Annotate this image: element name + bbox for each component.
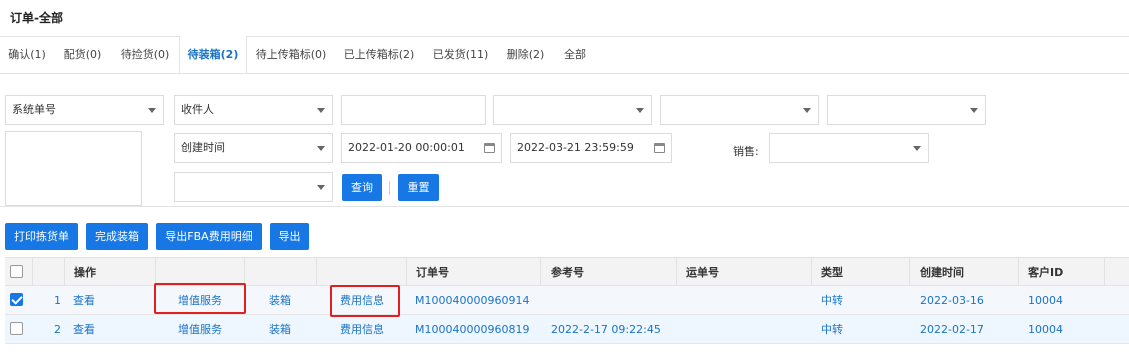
chevron-down-icon (636, 108, 644, 113)
status-tabs: 确认(1) 配货(0) 待捡货(0) 待装箱(2) 待上传箱标(0) 已上传箱标… (0, 36, 1129, 74)
recipient-select-value: 收件人 (181, 103, 214, 116)
pack-link[interactable]: 装箱 (269, 286, 291, 315)
extra-select[interactable] (174, 172, 333, 202)
sales-select[interactable] (769, 133, 929, 163)
search-field-select[interactable]: 系统单号 (5, 95, 164, 125)
highlight-box-fee-info (330, 285, 400, 317)
chevron-down-icon (317, 108, 325, 113)
recipient-input[interactable] (341, 95, 486, 125)
customer-id: 10004 (1028, 323, 1063, 336)
export-button[interactable]: 导出 (270, 223, 309, 250)
pack-link[interactable]: 装箱 (269, 315, 291, 344)
search-field-value: 系统单号 (12, 103, 56, 116)
tab-shipped[interactable]: 已发货(11) (423, 36, 498, 73)
divider (406, 258, 407, 287)
filter-select-3[interactable] (493, 95, 652, 125)
row-index: 2 (54, 323, 61, 336)
divider (540, 258, 541, 287)
divider (1104, 258, 1105, 287)
customer-id: 10004 (1028, 294, 1063, 307)
page-title: 订单-全部 (10, 11, 63, 25)
sales-label: 销售: (733, 145, 759, 158)
calendar-icon (654, 143, 665, 153)
row-checkbox[interactable] (10, 293, 23, 306)
filter-panel: 系统单号 收件人 创建时间 2022-01-20 00:00:01 2022-0… (0, 73, 1129, 207)
start-time-input[interactable]: 2022-01-20 00:00:01 (341, 133, 502, 163)
filter-select-5[interactable] (827, 95, 986, 125)
time-type-select[interactable]: 创建时间 (174, 133, 333, 163)
divider (32, 258, 33, 287)
query-button[interactable]: 查询 (342, 174, 382, 201)
table-row: 2 查看 增值服务 装箱 费用信息 M100040000960819 2022-… (5, 315, 1129, 344)
table-header: 操作 订单号 参考号 运单号 类型 创建时间 客户ID (5, 257, 1129, 287)
row-checkbox[interactable] (10, 322, 23, 335)
start-time-value: 2022-01-20 00:00:01 (348, 141, 465, 154)
chevron-down-icon (803, 108, 811, 113)
tab-to-upload-label[interactable]: 待上传箱标(0) (247, 36, 335, 73)
tab-to-pick[interactable]: 待捡货(0) (111, 36, 179, 73)
divider (909, 258, 910, 287)
view-link[interactable]: 查看 (73, 286, 95, 315)
chevron-down-icon (970, 108, 978, 113)
calendar-icon (484, 143, 495, 153)
reset-button[interactable]: 重置 (398, 174, 439, 201)
finish-pack-button[interactable]: 完成装箱 (86, 223, 148, 250)
tab-confirm[interactable]: 确认(1) (0, 36, 54, 73)
end-time-input[interactable]: 2022-03-21 23:59:59 (510, 133, 672, 163)
divider (1018, 258, 1019, 287)
ref-no: 2022-2-17 09:22:45 (551, 323, 661, 336)
tab-deleted[interactable]: 删除(2) (498, 36, 553, 73)
chevron-down-icon (317, 146, 325, 151)
divider (316, 258, 317, 287)
tab-all[interactable]: 全部 (553, 36, 597, 73)
chevron-down-icon (913, 146, 921, 151)
view-link[interactable]: 查看 (73, 315, 95, 344)
order-no-link[interactable]: M100040000960819 (415, 315, 529, 344)
chevron-down-icon (317, 185, 325, 190)
header-type: 类型 (821, 266, 843, 279)
filter-select-4[interactable] (660, 95, 819, 125)
header-operation: 操作 (74, 266, 96, 279)
end-time-value: 2022-03-21 23:59:59 (517, 141, 634, 154)
header-customer-id: 客户ID (1028, 266, 1064, 279)
highlight-box-value-added (154, 283, 246, 314)
batch-number-textarea[interactable] (5, 131, 142, 206)
created-date: 2022-03-16 (920, 294, 984, 307)
row-index: 1 (54, 294, 61, 307)
order-type: 中转 (821, 323, 843, 336)
divider (64, 258, 65, 287)
header-ref-no: 参考号 (551, 266, 584, 279)
time-type-value: 创建时间 (181, 141, 225, 154)
header-waybill-no: 运单号 (686, 266, 719, 279)
divider (676, 258, 677, 287)
header-created-time: 创建时间 (920, 266, 964, 279)
recipient-select[interactable]: 收件人 (174, 95, 333, 125)
print-pick-list-button[interactable]: 打印拣货单 (5, 223, 78, 250)
order-type: 中转 (821, 294, 843, 307)
value-added-service-link[interactable]: 增值服务 (178, 315, 222, 344)
created-date: 2022-02-17 (920, 323, 984, 336)
select-all-checkbox[interactable] (10, 265, 23, 278)
chevron-down-icon (148, 108, 156, 113)
tab-to-pack[interactable]: 待装箱(2) (179, 36, 247, 74)
tab-allocate[interactable]: 配货(0) (54, 36, 111, 73)
divider (389, 181, 390, 195)
order-no-link[interactable]: M100040000960914 (415, 286, 529, 315)
fee-info-link[interactable]: 费用信息 (340, 315, 384, 344)
divider (811, 258, 812, 287)
tab-uploaded-label[interactable]: 已上传箱标(2) (335, 36, 423, 73)
export-fba-fee-button[interactable]: 导出FBA费用明细 (156, 223, 262, 250)
header-order-no: 订单号 (416, 266, 449, 279)
